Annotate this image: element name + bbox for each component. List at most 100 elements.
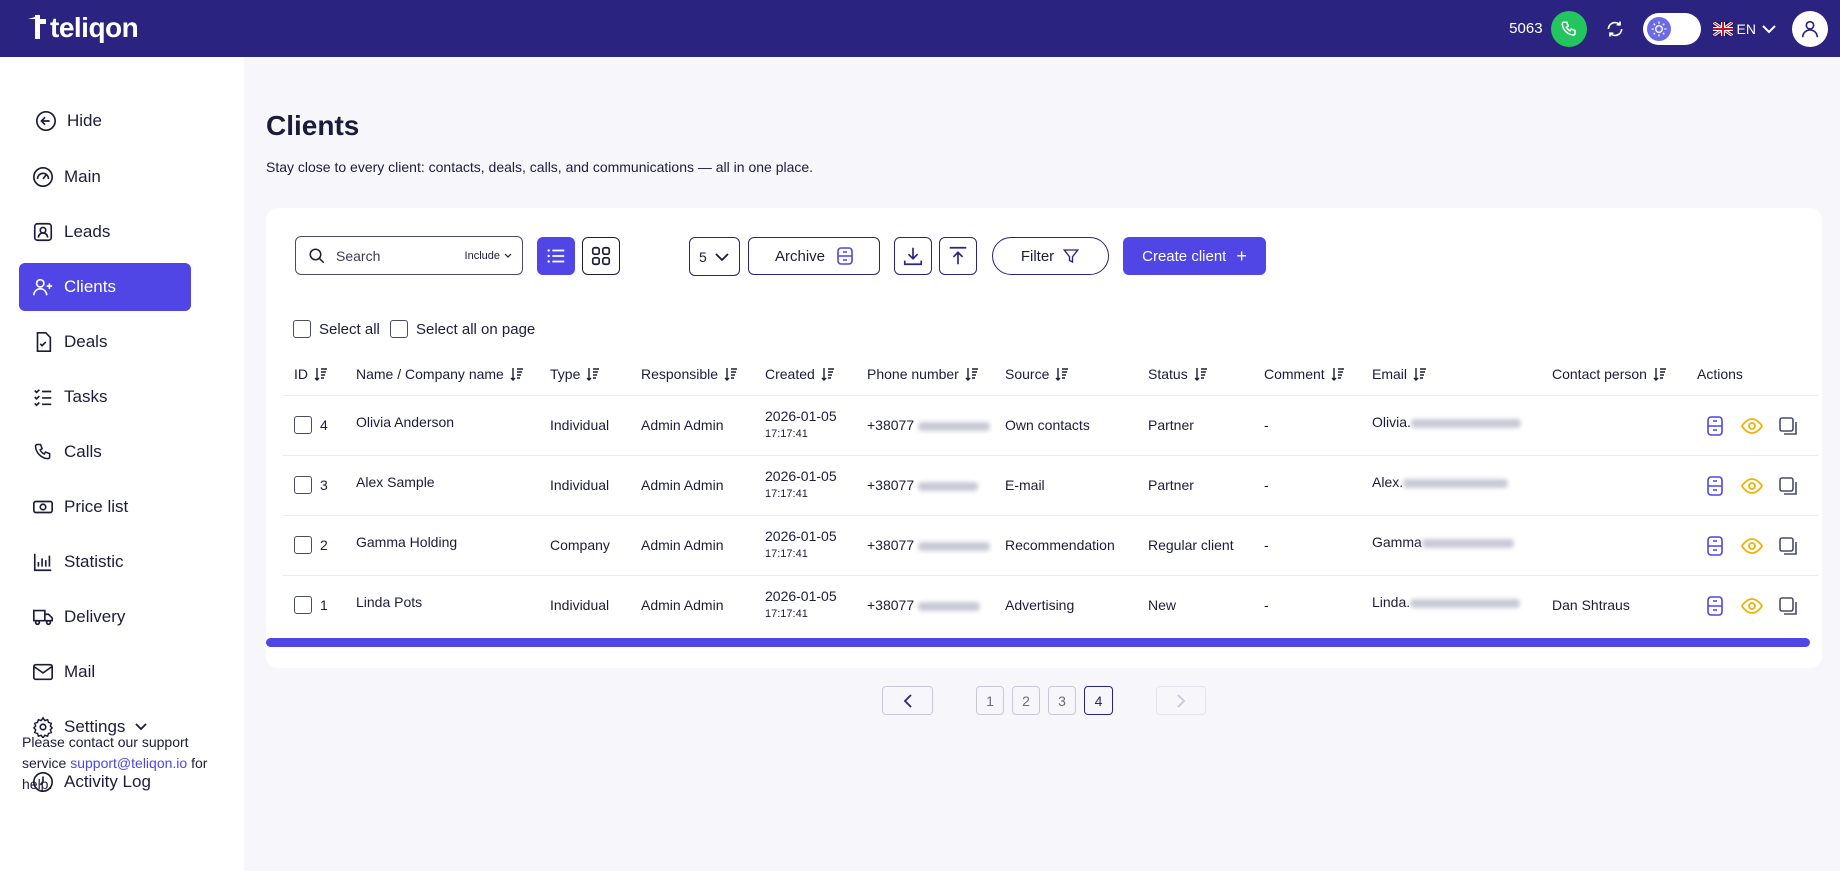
- grid-view-button[interactable]: [582, 237, 620, 275]
- view-row-button[interactable]: [1741, 415, 1763, 437]
- row-checkbox[interactable]: [294, 536, 312, 554]
- client-email: Linda.: [1372, 594, 1521, 610]
- archive-icon: [1707, 596, 1723, 616]
- select-all-page-checkbox[interactable]: Select all on page: [390, 320, 535, 338]
- per-page-select[interactable]: 5: [689, 237, 740, 276]
- create-client-button[interactable]: Create client +: [1123, 237, 1266, 275]
- sidebar-item-hide[interactable]: Hide: [22, 97, 194, 145]
- next-page-button[interactable]: [1156, 686, 1206, 715]
- archive-row-button[interactable]: [1704, 475, 1726, 497]
- client-email: Alex.: [1372, 474, 1509, 490]
- horizontal-scrollbar[interactable]: [266, 638, 1810, 647]
- client-source: E-mail: [1005, 477, 1045, 493]
- sidebar-item-tasks[interactable]: Tasks: [19, 373, 191, 421]
- table-row[interactable]: 2 Gamma Holding Company Admin Admin 2026-01-…: [282, 515, 1818, 575]
- row-checkbox[interactable]: [294, 416, 312, 434]
- select-all-checkbox[interactable]: Select all: [293, 320, 380, 338]
- sidebar-item-label: Leads: [64, 222, 111, 241]
- copy-row-button[interactable]: [1777, 475, 1799, 497]
- sidebar-item-main[interactable]: Main: [19, 153, 191, 201]
- view-row-button[interactable]: [1741, 595, 1763, 617]
- sidebar-item-calls[interactable]: Calls: [19, 428, 191, 476]
- sort-icon: [314, 368, 327, 381]
- sidebar-item-mail[interactable]: Mail: [19, 648, 191, 696]
- sort-icon: [1194, 368, 1207, 381]
- phone-prefix: +38077: [867, 537, 915, 553]
- support-email-link[interactable]: support@teliqon.io: [70, 755, 187, 771]
- teliqon-logo[interactable]: teliqon: [26, 12, 139, 44]
- row-checkbox[interactable]: [294, 596, 312, 614]
- checkbox[interactable]: [293, 320, 311, 338]
- sidebar-item-delivery[interactable]: Delivery: [19, 593, 191, 641]
- search-mode-select[interactable]: Include: [465, 250, 512, 262]
- sidebar-item-deals[interactable]: Deals: [19, 318, 191, 366]
- search-input[interactable]: Search Include: [295, 236, 523, 275]
- archive-button[interactable]: Archive: [748, 237, 880, 275]
- prev-page-button[interactable]: [882, 686, 933, 715]
- sync-button[interactable]: [1601, 15, 1629, 43]
- table-row[interactable]: 1 Linda Pots Individual Admin Admin 2026-01-…: [282, 575, 1818, 635]
- column-header-label: Phone number: [867, 366, 959, 382]
- column-header[interactable]: Name / Company name: [356, 366, 524, 382]
- page-2-button[interactable]: 2: [1012, 686, 1040, 715]
- row-id: 2: [320, 537, 328, 553]
- download-icon: [903, 247, 923, 266]
- language-selector[interactable]: EN: [1712, 21, 1776, 37]
- column-header-label: Email: [1372, 366, 1408, 382]
- table-row[interactable]: 4 Olivia Anderson Individual Admin Admin 202…: [282, 395, 1818, 455]
- client-responsible: Admin Admin: [641, 537, 724, 553]
- sort-icon: [510, 368, 523, 381]
- redacted-phone: [918, 481, 979, 491]
- copy-row-button[interactable]: [1777, 535, 1799, 557]
- column-header[interactable]: Comment: [1264, 366, 1345, 382]
- checkbox[interactable]: [390, 320, 408, 338]
- view-row-button[interactable]: [1741, 535, 1763, 557]
- column-header[interactable]: Phone number: [867, 366, 979, 382]
- client-type: Company: [550, 537, 610, 553]
- table-row[interactable]: 3 Alex Sample Individual Admin Admin 2026-01…: [282, 455, 1818, 515]
- sidebar-item-label: Mail: [64, 662, 96, 681]
- column-header[interactable]: Status: [1148, 366, 1208, 382]
- client-name[interactable]: Gamma Holding: [356, 534, 457, 550]
- filter-button[interactable]: Filter: [992, 237, 1109, 275]
- sidebar-item-price-list[interactable]: Price list: [19, 483, 191, 531]
- copy-row-button[interactable]: [1777, 595, 1799, 617]
- list-view-button[interactable]: [537, 237, 575, 275]
- client-name[interactable]: Olivia Anderson: [356, 414, 454, 430]
- column-header-label: Comment: [1264, 366, 1325, 382]
- sidebar-item-statistic[interactable]: Statistic: [19, 538, 191, 586]
- page-3-button[interactable]: 3: [1048, 686, 1076, 715]
- client-name[interactable]: Linda Pots: [356, 594, 422, 610]
- mail-icon: [31, 660, 55, 684]
- copy-row-button[interactable]: [1777, 415, 1799, 437]
- sidebar-item-leads[interactable]: Leads: [19, 208, 191, 256]
- column-header[interactable]: Responsible: [641, 366, 738, 382]
- sort-icon: [821, 368, 834, 381]
- page-1-button[interactable]: 1: [976, 686, 1004, 715]
- column-header[interactable]: Email: [1372, 366, 1427, 382]
- download-button[interactable]: [894, 237, 932, 275]
- created-time: 17:17:41: [765, 488, 808, 500]
- archive-row-button[interactable]: [1704, 595, 1726, 617]
- column-header[interactable]: Source: [1005, 366, 1069, 382]
- redacted-email: [1403, 478, 1509, 488]
- archive-row-button[interactable]: [1704, 415, 1726, 437]
- row-checkbox[interactable]: [294, 476, 312, 494]
- per-page-value: 5: [699, 248, 707, 265]
- upload-button[interactable]: [939, 237, 977, 275]
- column-header[interactable]: Created: [765, 366, 835, 382]
- view-row-button[interactable]: [1741, 475, 1763, 497]
- user-profile-button[interactable]: [1792, 10, 1828, 47]
- column-header[interactable]: Type: [550, 366, 600, 382]
- column-header[interactable]: ID: [294, 366, 328, 382]
- call-button[interactable]: [1550, 10, 1587, 47]
- page-4-button[interactable]: 4: [1084, 686, 1113, 715]
- column-header-label: Status: [1148, 366, 1188, 382]
- client-name[interactable]: Alex Sample: [356, 474, 435, 490]
- theme-toggle[interactable]: [1642, 12, 1701, 45]
- archive-icon: [837, 247, 853, 265]
- sidebar-item-clients[interactable]: Clients: [19, 263, 191, 311]
- archive-row-button[interactable]: [1704, 535, 1726, 557]
- column-header[interactable]: Contact person: [1552, 366, 1667, 382]
- archive-label: Archive: [774, 247, 826, 265]
